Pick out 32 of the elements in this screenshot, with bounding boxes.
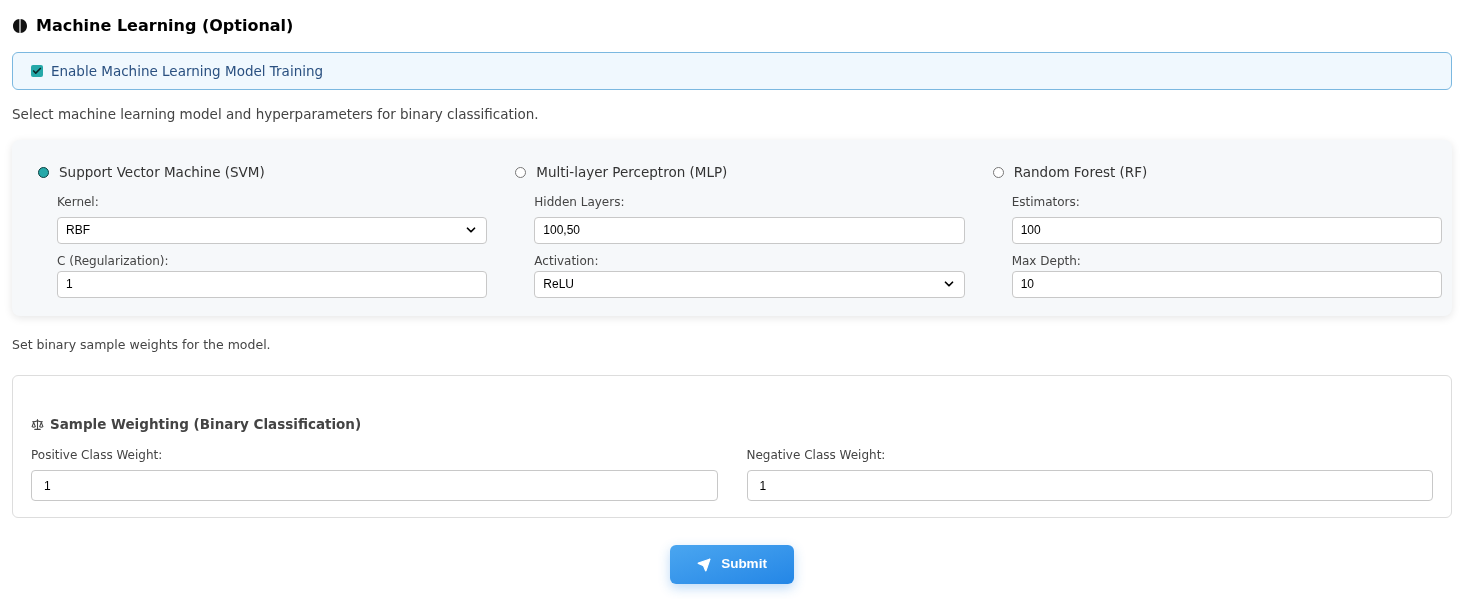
weighting-title: Sample Weighting (Binary Classification): [50, 415, 362, 434]
model-option-label[interactable]: Random Forest (RF): [1013, 162, 1148, 183]
field-label: Kernel:: [57, 193, 100, 211]
dropdown[interactable]: ReLU: [534, 270, 965, 298]
field-label: C (Regularization):: [57, 252, 170, 270]
checkbox[interactable]: [31, 65, 43, 77]
radio-button[interactable]: [992, 166, 1004, 178]
brain-icon: [12, 18, 28, 34]
input-field[interactable]: 100,50: [534, 216, 965, 244]
scale-icon: [31, 417, 44, 431]
input-field[interactable]: 10: [1011, 270, 1442, 298]
input-field[interactable]: 1: [746, 470, 1433, 502]
model-option-label[interactable]: Support Vector Machine (SVM): [59, 162, 265, 183]
checkbox-label[interactable]: Enable Machine Learning Model Training: [51, 60, 324, 82]
radio-button[interactable]: [38, 166, 49, 178]
dropdown[interactable]: RBF: [57, 216, 488, 244]
field-label: Negative Class Weight:: [746, 447, 887, 465]
field-label: Positive Class Weight:: [31, 447, 164, 465]
input-field[interactable]: 1: [31, 470, 718, 502]
check-icon: [32, 66, 42, 76]
input-field[interactable]: 1: [57, 270, 488, 298]
model-hint: Select machine learning model and hyperparameters for binary classification.: [12, 105, 540, 124]
field-label: Activation:: [534, 252, 600, 270]
send-icon: [697, 557, 712, 572]
field-label: Hidden Layers:: [534, 193, 626, 211]
radio-button[interactable]: [515, 166, 527, 178]
field-label: Max Depth:: [1011, 252, 1082, 270]
section-title: Machine Learning (Optional): [36, 15, 294, 37]
input-field[interactable]: 100: [1011, 216, 1442, 244]
field-label: Estimators:: [1011, 193, 1081, 211]
model-option-label[interactable]: Multi-layer Perceptron (MLP): [536, 162, 728, 183]
weights-hint: Set binary sample weights for the model.: [12, 336, 272, 355]
